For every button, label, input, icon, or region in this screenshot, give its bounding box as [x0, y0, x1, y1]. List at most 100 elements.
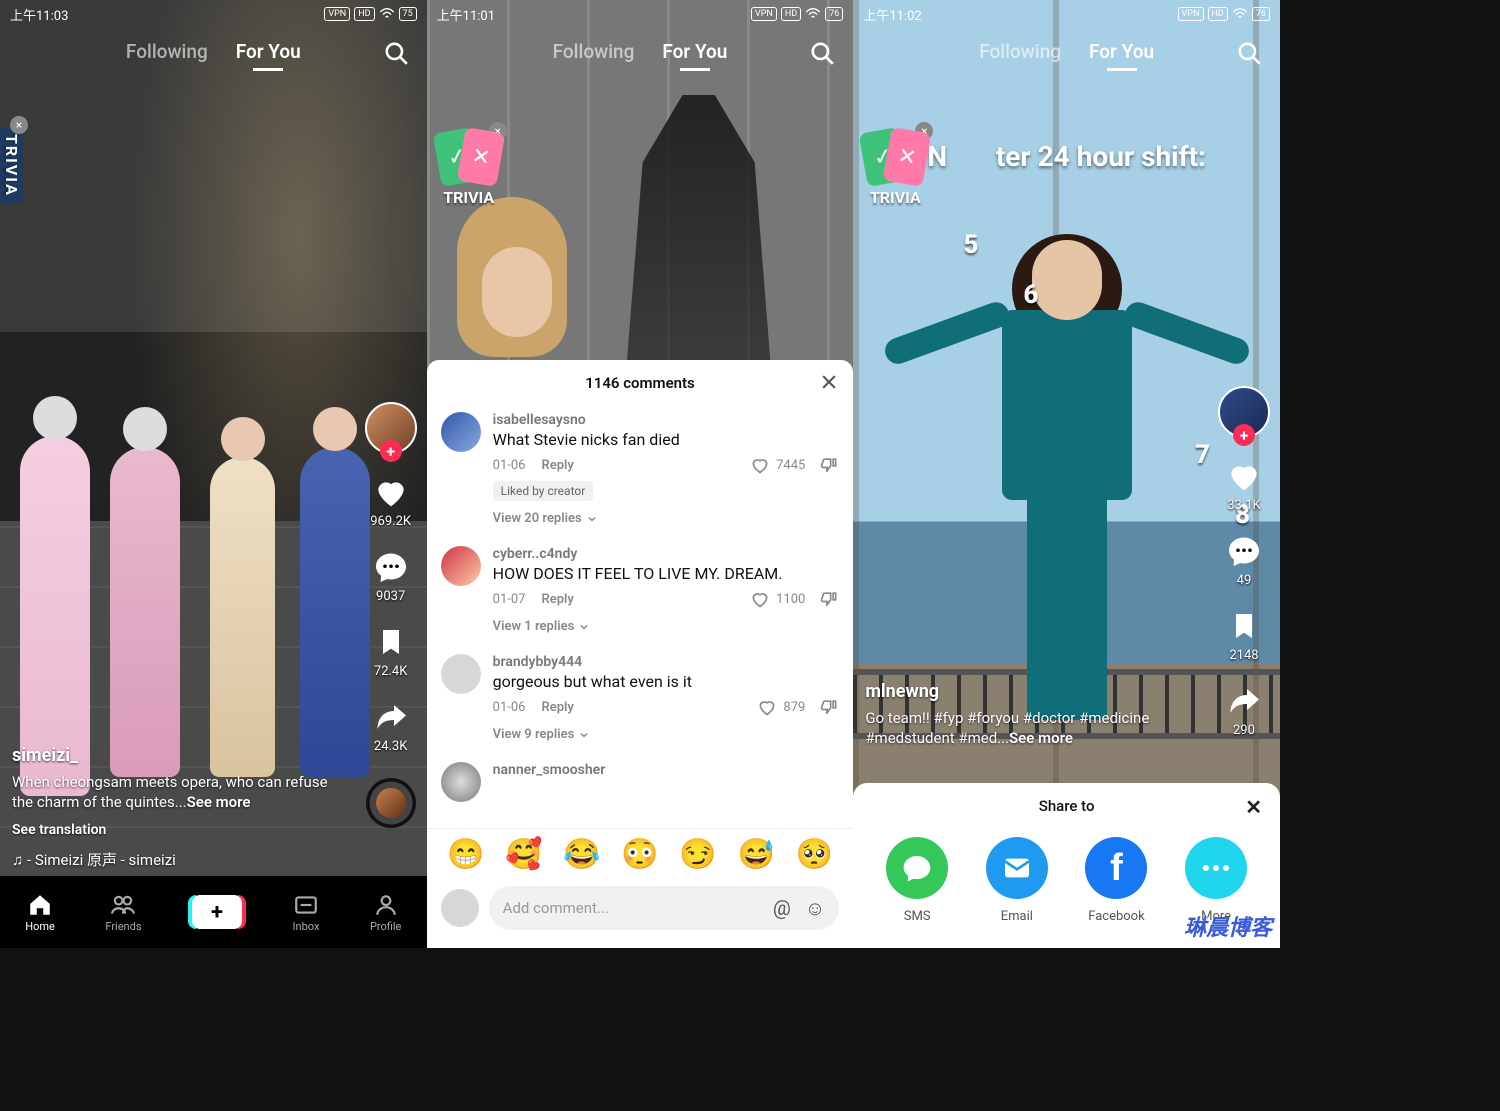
comment-input[interactable]: Add comment... @ ☺ [489, 886, 840, 930]
view-replies-link[interactable]: View 1 replies [493, 619, 840, 634]
trivia-badge[interactable]: × ✓✕ TRIVIA [437, 130, 501, 207]
tab-following[interactable]: Following [553, 40, 635, 63]
save-button[interactable]: 72.4K [371, 622, 411, 679]
comment-dislike-button[interactable] [819, 589, 839, 609]
comment-placeholder: Add comment... [503, 899, 609, 917]
comment-button[interactable]: 49 [1224, 531, 1264, 588]
mention-icon[interactable]: @ [773, 896, 791, 921]
trivia-cards-icon: ✓✕ [863, 130, 927, 190]
creator-username[interactable]: simeizi_ [12, 745, 347, 766]
tab-for-you[interactable]: For You [1089, 40, 1154, 63]
comment-item: nanner_smoosher [441, 752, 840, 812]
share-email[interactable]: Email [986, 837, 1048, 924]
status-time: 上午11:01 [437, 5, 495, 24]
view-replies-link[interactable]: View 9 replies [493, 727, 840, 742]
save-count: 2148 [1229, 648, 1258, 663]
nav-create[interactable]: + [192, 895, 242, 929]
comment-button[interactable]: 9037 [371, 547, 411, 604]
tab-for-you[interactable]: For You [236, 40, 301, 63]
share-button[interactable]: 24.3K [371, 697, 411, 754]
overlay-number: 7 [1195, 440, 1210, 470]
search-icon[interactable] [1236, 40, 1262, 66]
reply-link[interactable]: Reply [541, 592, 573, 607]
sound-disc[interactable] [366, 778, 416, 828]
nav-inbox[interactable]: Inbox [293, 892, 320, 933]
see-more-link[interactable]: See more [1009, 729, 1073, 747]
feed-tabs: Following For You [427, 40, 854, 63]
trivia-label: TRIVIA [870, 188, 921, 207]
bookmark-icon [371, 622, 411, 662]
action-rail: + 33.1K 49 2148 290 [1218, 386, 1270, 738]
reaction-emoji[interactable]: 🥺 [796, 837, 833, 872]
share-sms[interactable]: SMS [886, 837, 948, 924]
share-header: Share to ✕ [867, 797, 1266, 815]
creator-avatar[interactable]: + [365, 402, 417, 454]
comment-count: 9037 [376, 589, 405, 604]
comment-like-button[interactable]: 1100 [750, 589, 805, 609]
commenter-username[interactable]: cyberr..c4ndy [493, 546, 840, 562]
comment-input-row: Add comment... @ ☺ [427, 878, 854, 948]
watermark-text: 琳晨博客 [1184, 910, 1272, 942]
comment-dislike-button[interactable] [819, 697, 839, 717]
search-icon[interactable] [383, 40, 409, 66]
sound-row[interactable]: ♫ - Simeizi 原声 - simeizi [12, 849, 337, 870]
heart-icon [371, 472, 411, 512]
see-translation-link[interactable]: See translation [12, 822, 347, 838]
comments-header: 1146 comments [427, 360, 854, 402]
status-time: 上午11:03 [10, 5, 68, 24]
save-button[interactable]: 2148 [1224, 606, 1264, 663]
trivia-badge[interactable]: × TRIVIA [0, 130, 23, 203]
reaction-emoji[interactable]: 😂 [563, 837, 600, 872]
close-icon[interactable] [819, 372, 839, 392]
comment-dislike-button[interactable] [819, 455, 839, 475]
close-icon[interactable]: × [10, 116, 28, 134]
follow-plus-icon[interactable]: + [1233, 424, 1255, 446]
reaction-emoji[interactable]: 😁 [447, 837, 484, 872]
phone-screenshot-1: 上午11:03 VPN HD 75 Following For You × TR… [0, 0, 427, 948]
view-replies-link[interactable]: View 20 replies [493, 511, 840, 526]
reaction-bar: 😁 🥰 😂 😳 😏 😅 🥺 [427, 828, 854, 878]
creator-avatar[interactable]: + [1218, 386, 1270, 438]
like-button[interactable]: 33.1K [1224, 456, 1264, 513]
reply-link[interactable]: Reply [541, 700, 573, 715]
close-icon[interactable]: ✕ [1245, 795, 1262, 819]
nav-profile[interactable]: Profile [370, 892, 401, 933]
reaction-emoji[interactable]: 😏 [679, 837, 716, 872]
action-rail: + 969.2K 9037 72.4K 24.3K [365, 402, 417, 828]
trivia-label: TRIVIA [0, 128, 23, 203]
tab-for-you[interactable]: For You [662, 40, 727, 63]
commenter-username[interactable]: nanner_smoosher [493, 762, 840, 778]
commenter-username[interactable]: brandybby444 [493, 654, 840, 670]
reaction-emoji[interactable]: 🥰 [505, 837, 542, 872]
share-button[interactable]: 290 [1224, 681, 1264, 738]
status-time: 上午11:02 [863, 5, 921, 24]
reply-link[interactable]: Reply [541, 458, 573, 473]
reaction-emoji[interactable]: 😳 [621, 837, 658, 872]
trivia-badge[interactable]: × ✓✕ TRIVIA [863, 130, 927, 207]
commenter-username[interactable]: isabellesaysno [493, 412, 840, 428]
nav-home[interactable]: Home [25, 892, 55, 933]
tab-following[interactable]: Following [126, 40, 208, 63]
creator-username[interactable]: mlnewng [865, 681, 1200, 702]
reaction-emoji[interactable]: 😅 [737, 837, 774, 872]
status-battery: 76 [825, 7, 843, 21]
tab-following[interactable]: Following [979, 40, 1061, 63]
nav-friends[interactable]: Friends [105, 892, 141, 933]
comments-list[interactable]: isabellesaysno What Stevie nicks fan die… [427, 402, 854, 828]
self-avatar[interactable] [441, 889, 479, 927]
commenter-avatar[interactable] [441, 546, 481, 586]
comments-count-title: 1146 comments [585, 374, 695, 392]
share-facebook[interactable]: f Facebook [1085, 837, 1147, 924]
commenter-avatar[interactable] [441, 654, 481, 694]
see-more-link[interactable]: See more [187, 793, 251, 811]
video-caption[interactable]: Go team!! #fyp #foryou #doctor #medicine… [865, 708, 1200, 749]
follow-plus-icon[interactable]: + [380, 440, 402, 462]
comment-like-button[interactable]: 7445 [750, 455, 805, 475]
commenter-avatar[interactable] [441, 762, 481, 802]
commenter-avatar[interactable] [441, 412, 481, 452]
search-icon[interactable] [809, 40, 835, 66]
like-button[interactable]: 969.2K [370, 472, 411, 529]
comment-like-button[interactable]: 879 [757, 697, 805, 717]
emoji-icon[interactable]: ☺ [805, 896, 825, 921]
video-caption[interactable]: When cheongsam meets opera, who can refu… [12, 772, 347, 813]
